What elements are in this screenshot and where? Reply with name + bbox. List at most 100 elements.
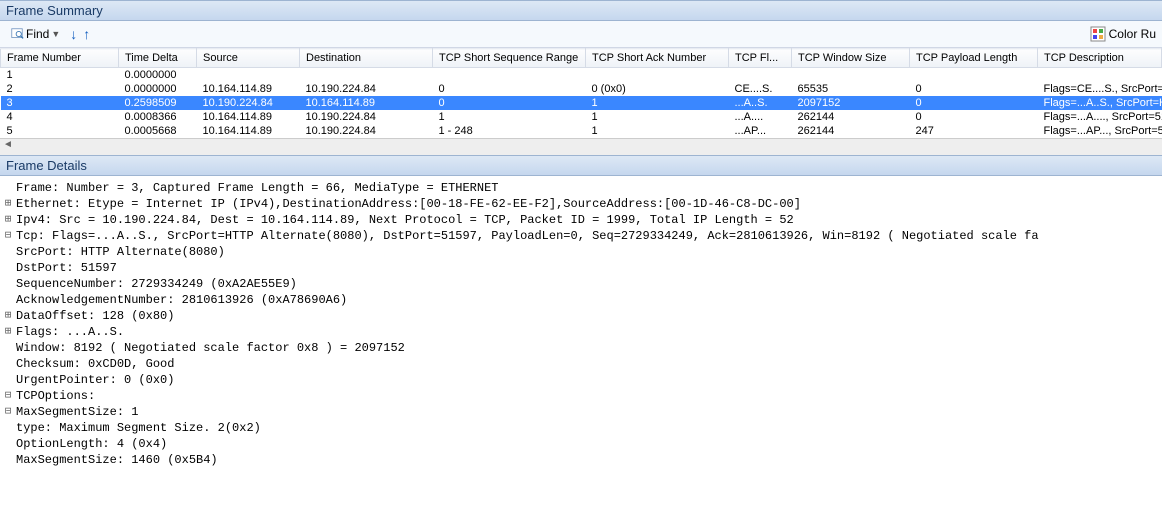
cell-destination: 10.190.224.84 (300, 110, 433, 124)
find-icon (10, 27, 24, 41)
color-rules-button[interactable]: Color Ru (1090, 26, 1156, 42)
cell-tcpWinSize: 2097152 (792, 96, 910, 110)
table-row[interactable]: 50.000566810.164.114.8910.190.224.841 - … (1, 124, 1162, 138)
column-header-tcpDesc[interactable]: TCP Description (1038, 49, 1162, 68)
cell-tcpWinSize: 262144 (792, 124, 910, 138)
cell-frameNumber: 5 (1, 124, 119, 138)
cell-frameNumber: 2 (1, 82, 119, 96)
cell-tcpSeqRange: 1 (433, 110, 586, 124)
tree-text: Frame: Number = 3, Captured Frame Length… (16, 180, 498, 196)
summary-toolbar: Find ▼ ↓ ↑ Color Ru (0, 21, 1162, 48)
tree-text: type: Maximum Segment Size. 2(0x2) (16, 420, 261, 436)
cell-source: 10.190.224.84 (197, 96, 300, 110)
find-button[interactable]: Find ▼ (6, 26, 64, 42)
tree-row[interactable]: ⊞ DataOffset: 128 (0x80) (0, 308, 1162, 324)
tree-text: MaxSegmentSize: 1 (16, 404, 138, 420)
column-header-timeDelta[interactable]: Time Delta (119, 49, 197, 68)
cell-frameNumber: 3 (1, 96, 119, 110)
table-row[interactable]: 30.259850910.190.224.8410.164.114.8901..… (1, 96, 1162, 110)
cell-timeDelta: 0.0000000 (119, 82, 197, 96)
column-header-tcpAckNum[interactable]: TCP Short Ack Number (586, 49, 729, 68)
column-header-tcpSeqRange[interactable]: TCP Short Sequence Range (433, 49, 586, 68)
table-row[interactable]: 40.000836610.164.114.8910.190.224.8411..… (1, 110, 1162, 124)
tree-row[interactable]: OptionLength: 4 (0x4) (0, 436, 1162, 452)
cell-timeDelta: 0.2598509 (119, 96, 197, 110)
tree-text: AcknowledgementNumber: 2810613926 (0xA78… (16, 292, 347, 308)
collapse-icon[interactable]: ⊟ (0, 228, 16, 244)
cell-tcpPayload: 247 (910, 124, 1038, 138)
cell-tcpFlags: ...AP... (729, 124, 792, 138)
cell-tcpWinSize: 262144 (792, 110, 910, 124)
tree-row[interactable]: Frame: Number = 3, Captured Frame Length… (0, 180, 1162, 196)
cell-timeDelta: 0.0008366 (119, 110, 197, 124)
cell-source: 10.164.114.89 (197, 110, 300, 124)
tree-row[interactable]: UrgentPointer: 0 (0x0) (0, 372, 1162, 388)
tree-row[interactable]: MaxSegmentSize: 1460 (0x5B4) (0, 452, 1162, 468)
tree-row[interactable]: ⊞Ipv4: Src = 10.190.224.84, Dest = 10.16… (0, 212, 1162, 228)
tree-text: Ipv4: Src = 10.190.224.84, Dest = 10.164… (16, 212, 794, 228)
tree-row[interactable]: Checksum: 0xCD0D, Good (0, 356, 1162, 372)
cell-source: 10.164.114.89 (197, 82, 300, 96)
frame-summary-table[interactable]: Frame NumberTime DeltaSourceDestinationT… (0, 48, 1162, 138)
collapse-icon[interactable]: ⊟ (0, 388, 16, 404)
tree-row[interactable]: ⊟ TCPOptions: (0, 388, 1162, 404)
frame-details-title: Frame Details (6, 158, 87, 173)
tree-row[interactable]: Window: 8192 ( Negotiated scale factor 0… (0, 340, 1162, 356)
tree-row[interactable]: SrcPort: HTTP Alternate(8080) (0, 244, 1162, 260)
tree-row[interactable]: ⊞ Flags: ...A..S. (0, 324, 1162, 340)
cell-destination: 10.190.224.84 (300, 124, 433, 138)
cell-source (197, 68, 300, 83)
cell-tcpFlags: ...A..S. (729, 96, 792, 110)
tree-row[interactable]: AcknowledgementNumber: 2810613926 (0xA78… (0, 292, 1162, 308)
cell-tcpAckNum: 1 (586, 110, 729, 124)
expand-icon[interactable]: ⊞ (0, 196, 16, 212)
expand-icon[interactable]: ⊞ (0, 308, 16, 324)
next-button[interactable]: ↓ (70, 26, 77, 42)
cell-destination: 10.164.114.89 (300, 96, 433, 110)
expand-icon[interactable]: ⊞ (0, 324, 16, 340)
cell-tcpDesc: Flags=CE....S., SrcPort=51597, DstPort=H… (1038, 82, 1162, 96)
column-header-frameNumber[interactable]: Frame Number (1, 49, 119, 68)
find-dropdown-icon: ▼ (51, 29, 60, 39)
tree-text: Flags: ...A..S. (16, 324, 124, 340)
column-header-destination[interactable]: Destination (300, 49, 433, 68)
color-rules-label: Color Ru (1109, 27, 1156, 41)
collapse-icon[interactable]: ⊟ (0, 404, 16, 420)
column-header-tcpWinSize[interactable]: TCP Window Size (792, 49, 910, 68)
cell-tcpAckNum (586, 68, 729, 83)
cell-tcpSeqRange: 0 (433, 96, 586, 110)
tree-text: Checksum: 0xCD0D, Good (16, 356, 174, 372)
column-header-tcpPayload[interactable]: TCP Payload Length (910, 49, 1038, 68)
cell-tcpFlags: ...A.... (729, 110, 792, 124)
cell-tcpDesc (1038, 68, 1162, 83)
cell-tcpPayload: 0 (910, 96, 1038, 110)
horizontal-scrollbar[interactable] (0, 138, 1162, 155)
tree-text: Window: 8192 ( Negotiated scale factor 0… (16, 340, 405, 356)
tree-text: OptionLength: 4 (0x4) (16, 436, 167, 452)
cell-tcpSeqRange: 0 (433, 82, 586, 96)
color-rules-icon (1090, 26, 1106, 42)
prev-button[interactable]: ↑ (83, 26, 90, 42)
tree-text: UrgentPointer: 0 (0x0) (16, 372, 174, 388)
tree-row[interactable]: type: Maximum Segment Size. 2(0x2) (0, 420, 1162, 436)
tree-row[interactable]: SequenceNumber: 2729334249 (0xA2AE55E9) (0, 276, 1162, 292)
cell-tcpFlags (729, 68, 792, 83)
column-header-tcpFlags[interactable]: TCP Fl... (729, 49, 792, 68)
cell-timeDelta: 0.0000000 (119, 68, 197, 83)
table-row[interactable]: 10.0000000 (1, 68, 1162, 83)
cell-tcpAckNum: 1 (586, 96, 729, 110)
tree-row[interactable]: ⊟Tcp: Flags=...A..S., SrcPort=HTTP Alter… (0, 228, 1162, 244)
column-header-source[interactable]: Source (197, 49, 300, 68)
tree-text: DstPort: 51597 (16, 260, 117, 276)
cell-destination (300, 68, 433, 83)
frame-details-tree[interactable]: Frame: Number = 3, Captured Frame Length… (0, 176, 1162, 472)
tree-row[interactable]: ⊟ MaxSegmentSize: 1 (0, 404, 1162, 420)
cell-tcpDesc: Flags=...AP..., SrcPort=51597, DstPort=H… (1038, 124, 1162, 138)
table-row[interactable]: 20.000000010.164.114.8910.190.224.8400 (… (1, 82, 1162, 96)
expand-icon[interactable]: ⊞ (0, 212, 16, 228)
find-label: Find (26, 27, 49, 41)
tree-text: Ethernet: Etype = Internet IP (IPv4),Des… (16, 196, 801, 212)
tree-row[interactable]: ⊞Ethernet: Etype = Internet IP (IPv4),De… (0, 196, 1162, 212)
tree-row[interactable]: DstPort: 51597 (0, 260, 1162, 276)
cell-tcpPayload (910, 68, 1038, 83)
